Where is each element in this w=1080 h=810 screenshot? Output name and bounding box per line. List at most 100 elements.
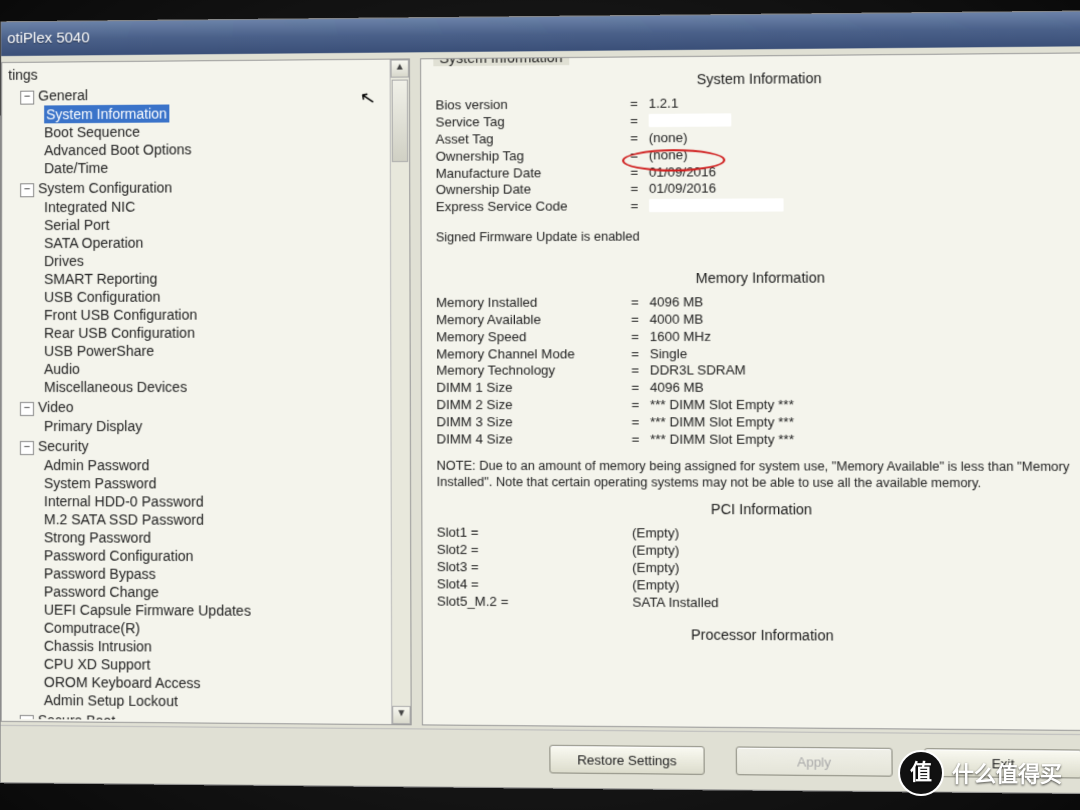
info-row: Memory Speed=1600 MHz (436, 328, 1080, 346)
tree-item[interactable]: Miscellaneous Devices (20, 378, 389, 396)
tree-item[interactable]: USB PowerShare (20, 341, 389, 360)
info-value: 1600 MHz (650, 328, 1080, 346)
info-label: Slot4 = (437, 576, 632, 594)
info-label: Memory Speed (436, 329, 631, 346)
equals-sign: = (631, 380, 650, 397)
equals-sign: = (631, 346, 650, 363)
section-title-processor: Processor Information (437, 625, 1080, 645)
smzdm-watermark: 值 什么值得买 (898, 750, 1062, 796)
info-value: 4096 MB (650, 293, 1080, 311)
info-value: 01/09/2016 (649, 179, 1080, 199)
panel-legend: System Information (433, 52, 569, 66)
equals-sign: = (630, 198, 649, 215)
equals-sign: = (631, 328, 650, 345)
collapse-icon[interactable]: − (20, 441, 34, 455)
tree-item[interactable]: Advanced Boot Options (20, 139, 389, 159)
tree-item[interactable]: Serial Port (20, 214, 389, 234)
tree-item[interactable]: Password Change (20, 582, 390, 602)
info-value (649, 196, 1080, 215)
equals-sign: = (631, 414, 650, 431)
tree-item[interactable]: Integrated NIC (20, 196, 389, 216)
equals-sign: = (632, 431, 651, 448)
tree-item[interactable]: M.2 SATA SSD Password (20, 510, 390, 529)
tree-group-label[interactable]: −Video (20, 398, 389, 417)
info-value: (Empty) (632, 560, 1080, 579)
tree-item[interactable]: Computrace(R) (20, 618, 390, 638)
info-label: Service Tag (436, 113, 631, 131)
scroll-thumb[interactable] (392, 80, 408, 163)
pci-block: Slot1 =(Empty)Slot2 =(Empty)Slot3 =(Empt… (437, 525, 1080, 614)
info-label: DIMM 1 Size (436, 380, 631, 397)
memory-block: Memory Installed=4096 MBMemory Available… (436, 293, 1080, 449)
tree-item[interactable]: Date/Time (20, 157, 389, 177)
firmware-note: Signed Firmware Update is enabled (436, 228, 1080, 247)
info-row: DIMM 4 Size=*** DIMM Slot Empty *** (436, 431, 1080, 449)
collapse-icon[interactable]: − (20, 91, 34, 105)
info-row: Slot5_M.2 =SATA Installed (437, 593, 1080, 614)
equals-sign: = (631, 311, 650, 328)
info-label: Slot2 = (437, 542, 632, 560)
tree-group-label[interactable]: −System Configuration (20, 177, 389, 198)
info-row: DIMM 3 Size=*** DIMM Slot Empty *** (436, 414, 1080, 432)
info-label: Slot5_M.2 = (437, 593, 632, 611)
info-value: SATA Installed (632, 594, 1080, 614)
section-title-pci: PCI Information (437, 500, 1080, 518)
tree-item[interactable]: Password Bypass (20, 564, 390, 584)
smzdm-text: 什么值得买 (952, 757, 1062, 789)
tree-item[interactable]: UEFI Capsule Firmware Updates (20, 600, 390, 620)
info-label: Memory Available (436, 311, 631, 329)
collapse-icon[interactable]: − (20, 183, 34, 197)
scroll-up-button[interactable]: ▲ (391, 59, 409, 77)
monitor-background: otiPlex 5040 tings−GeneralSystem Informa… (0, 0, 1080, 810)
tree-group-label[interactable]: −Security (20, 437, 390, 457)
info-label: Ownership Tag (436, 147, 631, 165)
info-label: DIMM 2 Size (436, 397, 631, 414)
tree-item[interactable]: Strong Password (20, 528, 390, 547)
tree-item[interactable]: Primary Display (20, 417, 390, 435)
info-label: Memory Technology (436, 363, 631, 380)
info-label: Manufacture Date (436, 164, 631, 182)
collapse-icon[interactable]: − (20, 402, 34, 416)
info-row: Memory Available=4000 MB (436, 310, 1080, 329)
tree-item[interactable]: Audio (20, 360, 389, 378)
section-title-memory: Memory Information (436, 268, 1080, 286)
collapse-icon[interactable]: − (20, 715, 34, 722)
equals-sign: = (630, 113, 649, 130)
tree-group: −GeneralSystem InformationBoot SequenceA… (4, 82, 389, 178)
tree-scrollbar[interactable]: ▲ ▼ (390, 59, 411, 724)
info-label: Express Service Code (436, 198, 631, 216)
tree-item[interactable]: Rear USB Configuration (20, 323, 389, 342)
info-value: *** DIMM Slot Empty *** (650, 431, 1080, 449)
info-label: DIMM 4 Size (436, 431, 631, 448)
tree-group-label[interactable]: −Secure Boot (20, 711, 390, 722)
bios-window: otiPlex 5040 tings−GeneralSystem Informa… (0, 10, 1080, 794)
info-label: Memory Installed (436, 294, 631, 312)
tree-item[interactable]: Password Configuration (20, 546, 390, 566)
tree-item-selected[interactable]: System Information (44, 105, 169, 124)
tree-item[interactable]: Internal HDD-0 Password (20, 492, 390, 511)
tree-item[interactable]: Front USB Configuration (20, 305, 389, 324)
tree-group: −SecurityAdmin PasswordSystem PasswordIn… (4, 435, 390, 712)
tree-item[interactable]: Admin Password (20, 456, 390, 475)
settings-tree[interactable]: tings−GeneralSystem InformationBoot Sequ… (4, 62, 390, 722)
tree-item[interactable]: Drives (20, 251, 389, 270)
info-panel-wrap: System Information System Information Bi… (420, 52, 1080, 731)
info-label: Ownership Date (436, 181, 631, 199)
equals-sign: = (631, 294, 650, 311)
info-value: (Empty) (632, 525, 1080, 544)
scroll-down-button[interactable]: ▼ (392, 706, 410, 724)
tree-item[interactable]: USB Configuration (20, 287, 389, 306)
tree-item[interactable]: System Password (20, 474, 390, 493)
settings-tree-panel: tings−GeneralSystem InformationBoot Sequ… (1, 58, 412, 725)
info-label: Slot3 = (437, 559, 632, 577)
info-value: *** DIMM Slot Empty *** (650, 397, 1080, 414)
tree-item[interactable]: SMART Reporting (20, 269, 389, 288)
tree-group: −VideoPrimary Display (4, 396, 390, 435)
tree-group: −Secure BootSecure Boot EnableExpert Key… (4, 709, 390, 722)
tree-group: −System ConfigurationIntegrated NICSeria… (4, 175, 389, 396)
info-row: Memory Channel Mode=Single (436, 345, 1080, 363)
tree-item[interactable]: SATA Operation (20, 233, 389, 253)
info-value: (Empty) (632, 542, 1080, 561)
info-value: 4096 MB (650, 380, 1080, 397)
restore-settings-button[interactable]: Restore Settings (549, 745, 704, 775)
